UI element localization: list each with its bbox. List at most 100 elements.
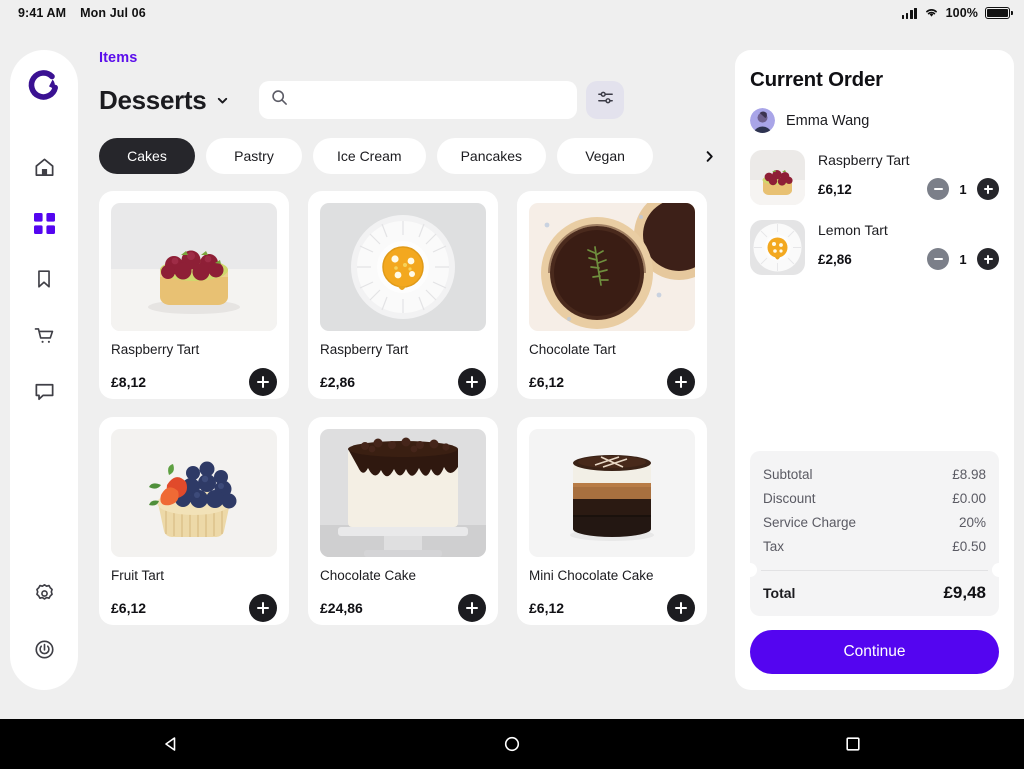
category-pill-pancakes[interactable]: Pancakes (436, 138, 547, 174)
order-item-controls: £6,12 1 (818, 178, 999, 200)
plus-icon[interactable] (977, 248, 999, 270)
category-pill-vegan[interactable]: Vegan (557, 138, 654, 174)
order-items-list: Raspberry Tart £6,12 1 Lemon Tart £2,86 … (750, 150, 999, 275)
summary-label: Discount (763, 491, 816, 506)
product-card-footer: £6,12 (111, 594, 277, 622)
status-time: 9:41 AM (18, 6, 67, 20)
summary-label: Tax (763, 539, 785, 554)
category-pills: Cakes Pastry Ice Cream Pancakes Vegan (99, 138, 691, 174)
minus-icon[interactable] (927, 248, 949, 270)
product-name: Mini Chocolate Cake (529, 568, 654, 583)
product-name: Chocolate Tart (529, 342, 616, 357)
quantity-stepper: 1 (927, 178, 999, 200)
product-image-chocolate-cake (320, 429, 486, 557)
current-order-panel: Current Order Emma Wang Raspberry Tart £… (735, 50, 1014, 690)
search-bar[interactable] (259, 81, 578, 119)
category-filter-bar: Cakes Pastry Ice Cream Pancakes Vegan (99, 138, 721, 174)
battery-full-icon (985, 7, 1013, 19)
add-to-order-button[interactable] (249, 368, 277, 396)
sidebar-item-logout[interactable] (27, 632, 61, 666)
app-logo (22, 64, 66, 108)
product-grid: Raspberry Tart £8,12 Raspberry Tart £2,8… (99, 191, 721, 625)
sidebar-item-settings[interactable] (27, 576, 61, 610)
product-image-raspberry-tart (111, 203, 277, 331)
category-pill-pastry[interactable]: Pastry (206, 138, 302, 174)
product-card[interactable]: Mini Chocolate Cake £6,12 (517, 417, 707, 625)
product-card[interactable]: Chocolate Tart £6,12 (517, 191, 707, 399)
summary-value: £0.50 (952, 539, 986, 554)
product-name: Fruit Tart (111, 568, 165, 583)
order-item-controls: £2,86 1 (818, 248, 999, 270)
category-pill-cakes[interactable]: Cakes (99, 138, 195, 174)
product-image-chocolate-tart (529, 203, 695, 331)
product-image-lemon-tart-plate (320, 203, 486, 331)
order-panel-title: Current Order (750, 68, 883, 91)
summary-label: Subtotal (763, 467, 813, 482)
order-summary-breakdown: Subtotal £8.98 Discount £0.00 Service Ch… (750, 451, 999, 570)
search-input[interactable] (297, 81, 566, 119)
product-name: Chocolate Cake (320, 568, 417, 583)
sidebar-item-bookmarks[interactable] (27, 262, 61, 296)
status-bar: 9:41 AM Mon Jul 06 100% (0, 0, 1024, 26)
product-price: £8,12 (111, 374, 147, 390)
order-item-image-lemon-tart (750, 220, 805, 275)
order-total-row: Total £9,48 (750, 571, 999, 616)
circle-home-icon[interactable] (482, 719, 542, 769)
total-label: Total (763, 585, 796, 601)
order-item-image-raspberry-tart (750, 150, 805, 205)
order-item-price: £6,12 (818, 181, 852, 197)
order-item-qty: 1 (959, 181, 967, 197)
category-pill-ice-cream[interactable]: Ice Cream (313, 138, 426, 174)
customer-row[interactable]: Emma Wang (750, 108, 999, 133)
filter-button[interactable] (586, 81, 625, 119)
summary-row-discount: Discount £0.00 (763, 487, 986, 511)
receipt-notch-divider (743, 563, 1006, 577)
quantity-stepper: 1 (927, 248, 999, 270)
product-card[interactable]: Fruit Tart £6,12 (99, 417, 289, 625)
product-card-footer: £24,86 (320, 594, 486, 622)
add-to-order-button[interactable] (667, 368, 695, 396)
chevron-right-icon[interactable] (697, 138, 721, 174)
summary-row-service-charge: Service Charge 20% (763, 511, 986, 535)
sidebar-bottom-nav (27, 576, 61, 666)
product-card-footer: £2,86 (320, 368, 486, 396)
product-card[interactable]: Raspberry Tart £8,12 (99, 191, 289, 399)
status-bar-left: 9:41 AM Mon Jul 06 (18, 6, 146, 20)
battery-percent-label: 100% (945, 6, 978, 20)
signal-bars-icon (901, 7, 917, 19)
add-to-order-button[interactable] (458, 594, 486, 622)
sidebar-item-menu[interactable] (27, 206, 61, 240)
minus-icon[interactable] (927, 178, 949, 200)
triangle-back-icon[interactable] (141, 719, 201, 769)
order-item-body: Lemon Tart £2,86 1 (818, 220, 999, 270)
summary-value: £0.00 (952, 491, 986, 506)
sidebar (10, 50, 78, 690)
breadcrumb-items: Items (99, 50, 138, 66)
avatar (750, 108, 775, 133)
summary-label: Service Charge (763, 515, 857, 530)
customer-name: Emma Wang (786, 112, 870, 129)
total-value: £9,48 (943, 583, 986, 602)
continue-button[interactable]: Continue (750, 630, 999, 674)
android-navigation-bar (0, 719, 1024, 769)
plus-icon[interactable] (977, 178, 999, 200)
product-card[interactable]: Chocolate Cake £24,86 (308, 417, 498, 625)
square-recents-icon[interactable] (823, 719, 883, 769)
product-price: £2,86 (320, 374, 356, 390)
product-card[interactable]: Raspberry Tart £2,86 (308, 191, 498, 399)
summary-row-subtotal: Subtotal £8.98 (763, 463, 986, 487)
order-item: Lemon Tart £2,86 1 (750, 220, 999, 275)
category-header: Desserts (99, 79, 721, 121)
product-card-footer: £8,12 (111, 368, 277, 396)
search-icon (271, 89, 288, 111)
sidebar-item-home[interactable] (27, 150, 61, 184)
sidebar-item-messages[interactable] (27, 374, 61, 408)
chevron-down-icon[interactable] (215, 93, 230, 108)
add-to-order-button[interactable] (458, 368, 486, 396)
summary-value: 20% (958, 515, 986, 530)
add-to-order-button[interactable] (249, 594, 277, 622)
summary-row-tax: Tax £0.50 (763, 535, 986, 559)
order-summary: Subtotal £8.98 Discount £0.00 Service Ch… (743, 451, 1006, 616)
sidebar-item-orders[interactable] (27, 318, 61, 352)
add-to-order-button[interactable] (667, 594, 695, 622)
